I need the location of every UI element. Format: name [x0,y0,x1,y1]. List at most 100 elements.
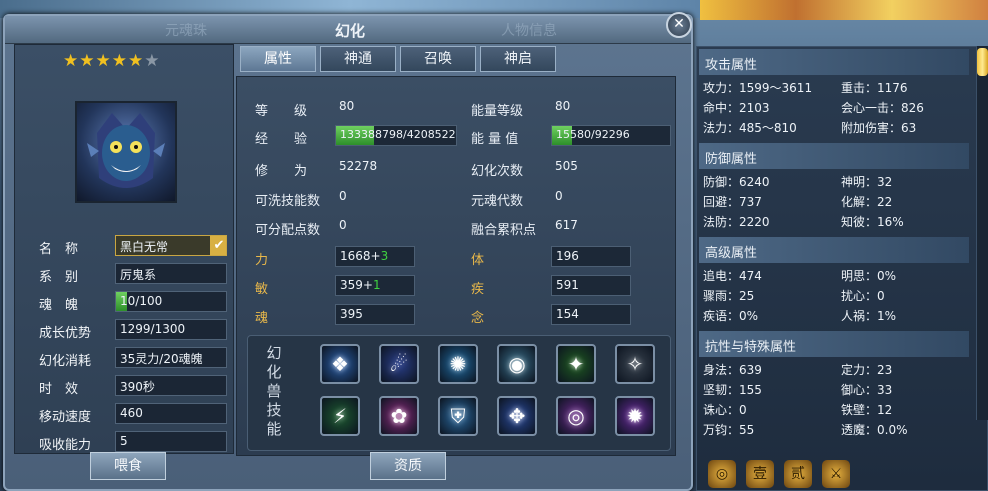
field-duration: 时 效 390秒 [23,375,233,397]
taskbar-sword-icon[interactable]: ⚔ [822,460,850,488]
stat-energy: 能 量 值 15580/92296 [459,125,674,147]
skills-label-char: 技 [266,401,282,419]
attribute-entry: 防御：6240 [703,175,770,189]
attr-strength: 力 1668+3 [237,246,457,268]
field-value: 35灵力/20魂魄 [115,347,227,368]
pet-skills-box: 幻 化 兽 技 能 ❖ ☄ ✺ ◉ ✦ ✧ ⚡ ✿ ⛨ ✥ ◎ ✹ [247,335,671,451]
attr-soul: 魂 395 [237,304,457,326]
attr-value: 196 [551,246,631,267]
tab-attributes[interactable]: 属性 [240,46,316,72]
field-value: 5 [115,431,227,452]
taskbar-two-icon[interactable]: 贰 [784,460,812,488]
attribute-entry: 定力：23 [841,363,893,377]
field-value: 460 [115,403,227,424]
field-label: 魂 魄 [39,298,79,313]
pet-info-panel: ★★★★★★ 名 称 黑白无常 ✔ 系 别 厉鬼系 魂 魄 10/100 成长优… [14,44,234,454]
pet-name-value: 黑白无常 [120,240,169,254]
tab-shentong[interactable]: 神通 [320,46,396,72]
stat-label: 元魂代数 [471,194,524,209]
window-title-bar: 元魂珠 幻化 人物信息 [5,16,691,44]
stat-value: 0 [555,189,563,203]
attribute-entry: 神明：32 [841,175,893,189]
close-button[interactable]: ✕ [666,12,692,38]
attribute-entry: 知彼：16% [841,215,904,229]
star-filled-icon: ★★★★★ [63,51,145,71]
section-header: 攻击属性 [699,49,969,75]
attribute-entry: 法防：2220 [703,215,770,229]
stat-label: 修 为 [255,164,308,179]
scrollbar-thumb[interactable] [977,48,988,76]
attr-value: 154 [551,304,631,325]
stat-energy-level: 能量等级 80 [459,97,674,119]
attribute-entry: 骤雨：25 [703,289,755,303]
skill-6-icon[interactable]: ✧ [615,344,655,384]
stat-value: 505 [555,159,578,173]
attribute-entry: 附加伤害：63 [841,121,917,135]
field-soul: 魂 魄 10/100 [23,291,233,313]
attr-value-box: 1668+3 [335,246,415,267]
attr-label: 魂 [255,311,269,326]
attribute-entry: 疾语：0% [703,309,759,323]
stat-free-points: 可分配点数 0 [237,216,457,238]
details-scrollbar[interactable] [976,46,988,420]
pet-name-field[interactable]: 黑白无常 ✔ [115,235,227,256]
quality-button[interactable]: 资质 [370,452,446,480]
stat-label: 融合累积点 [471,223,537,238]
stat-generation: 元魂代数 0 [459,187,674,209]
field-absorb: 吸收能力 5 [23,431,233,453]
skill-11-icon[interactable]: ◎ [556,396,596,436]
skill-12-icon[interactable]: ✹ [615,396,655,436]
stat-level: 等 级 80 [237,97,457,119]
skill-3-icon[interactable]: ✺ [438,344,478,384]
field-name: 名 称 黑白无常 ✔ [23,235,233,257]
attribute-entry: 重击：1176 [841,81,908,95]
tab-shenqi[interactable]: 神启 [480,46,556,72]
skill-1-icon[interactable]: ❖ [320,344,360,384]
skills-label-char: 兽 [266,382,282,400]
attribute-details-panel: 攻击属性 攻力：1599～3611 重击：1176 命中：2103 会心一击：826 法力… [696,46,988,491]
stat-cultivation: 修 为 52278 [237,157,457,179]
taskbar-ring-icon[interactable]: ◎ [708,460,736,488]
section-header: 高级属性 [699,237,969,263]
skill-7-icon[interactable]: ⚡ [320,396,360,436]
attribute-entry: 透魔：0.0% [841,423,908,437]
section-header: 防御属性 [699,143,969,169]
window-title: 幻化 [334,22,365,40]
skill-10-icon[interactable]: ✥ [497,396,537,436]
attr-label: 敏 [255,282,269,297]
feed-button[interactable]: 喂食 [90,452,166,480]
attribute-entry: 坚韧：155 [703,383,762,397]
skills-label-char: 幻 [266,344,282,362]
taskbar-one-icon[interactable]: 壹 [746,460,774,488]
skill-8-icon[interactable]: ✿ [379,396,419,436]
attribute-entry: 攻力：1599～3611 [703,81,813,95]
field-label: 名 称 [39,242,79,257]
confirm-check-icon[interactable]: ✔ [210,236,226,255]
attribute-entry: 追电：474 [703,269,762,283]
attribute-entry: 万钧：55 [703,423,755,437]
section-header: 抗性与特殊属性 [699,331,969,357]
skill-4-icon[interactable]: ◉ [497,344,537,384]
field-value: 10/100 [120,294,163,308]
skill-5-icon[interactable]: ✦ [556,344,596,384]
ghost-tab-yuanhunzhu: 元魂珠 [165,23,207,39]
skill-2-icon[interactable]: ☄ [379,344,419,384]
attribute-entry: 身法：639 [703,363,762,377]
stat-value: 0 [339,189,347,203]
stat-value: 133388798/420852288 [340,128,457,141]
attr-label: 疾 [471,282,485,297]
attr-constitution: 体 196 [459,246,674,268]
tab-summon[interactable]: 召唤 [400,46,476,72]
attr-label: 体 [471,253,485,268]
attributes-panel: 等 级 80 经 验 133388798/420852288 修 为 52278… [236,76,676,456]
ghost-tab-renwuxinxi: 人物信息 [501,23,557,39]
attribute-entry: 会心一击：826 [841,101,924,115]
stat-washable-skills: 可洗技能数 0 [237,187,457,209]
skill-9-icon[interactable]: ⛨ [438,396,478,436]
ghost-face-icon [87,113,165,188]
attr-bonus: 1 [372,278,381,292]
stat-fusion-points: 融合累积点 617 [459,216,674,238]
stat-value: 80 [555,99,571,113]
attribute-entry: 人祸：1% [841,309,897,323]
stat-label: 可分配点数 [255,223,321,238]
